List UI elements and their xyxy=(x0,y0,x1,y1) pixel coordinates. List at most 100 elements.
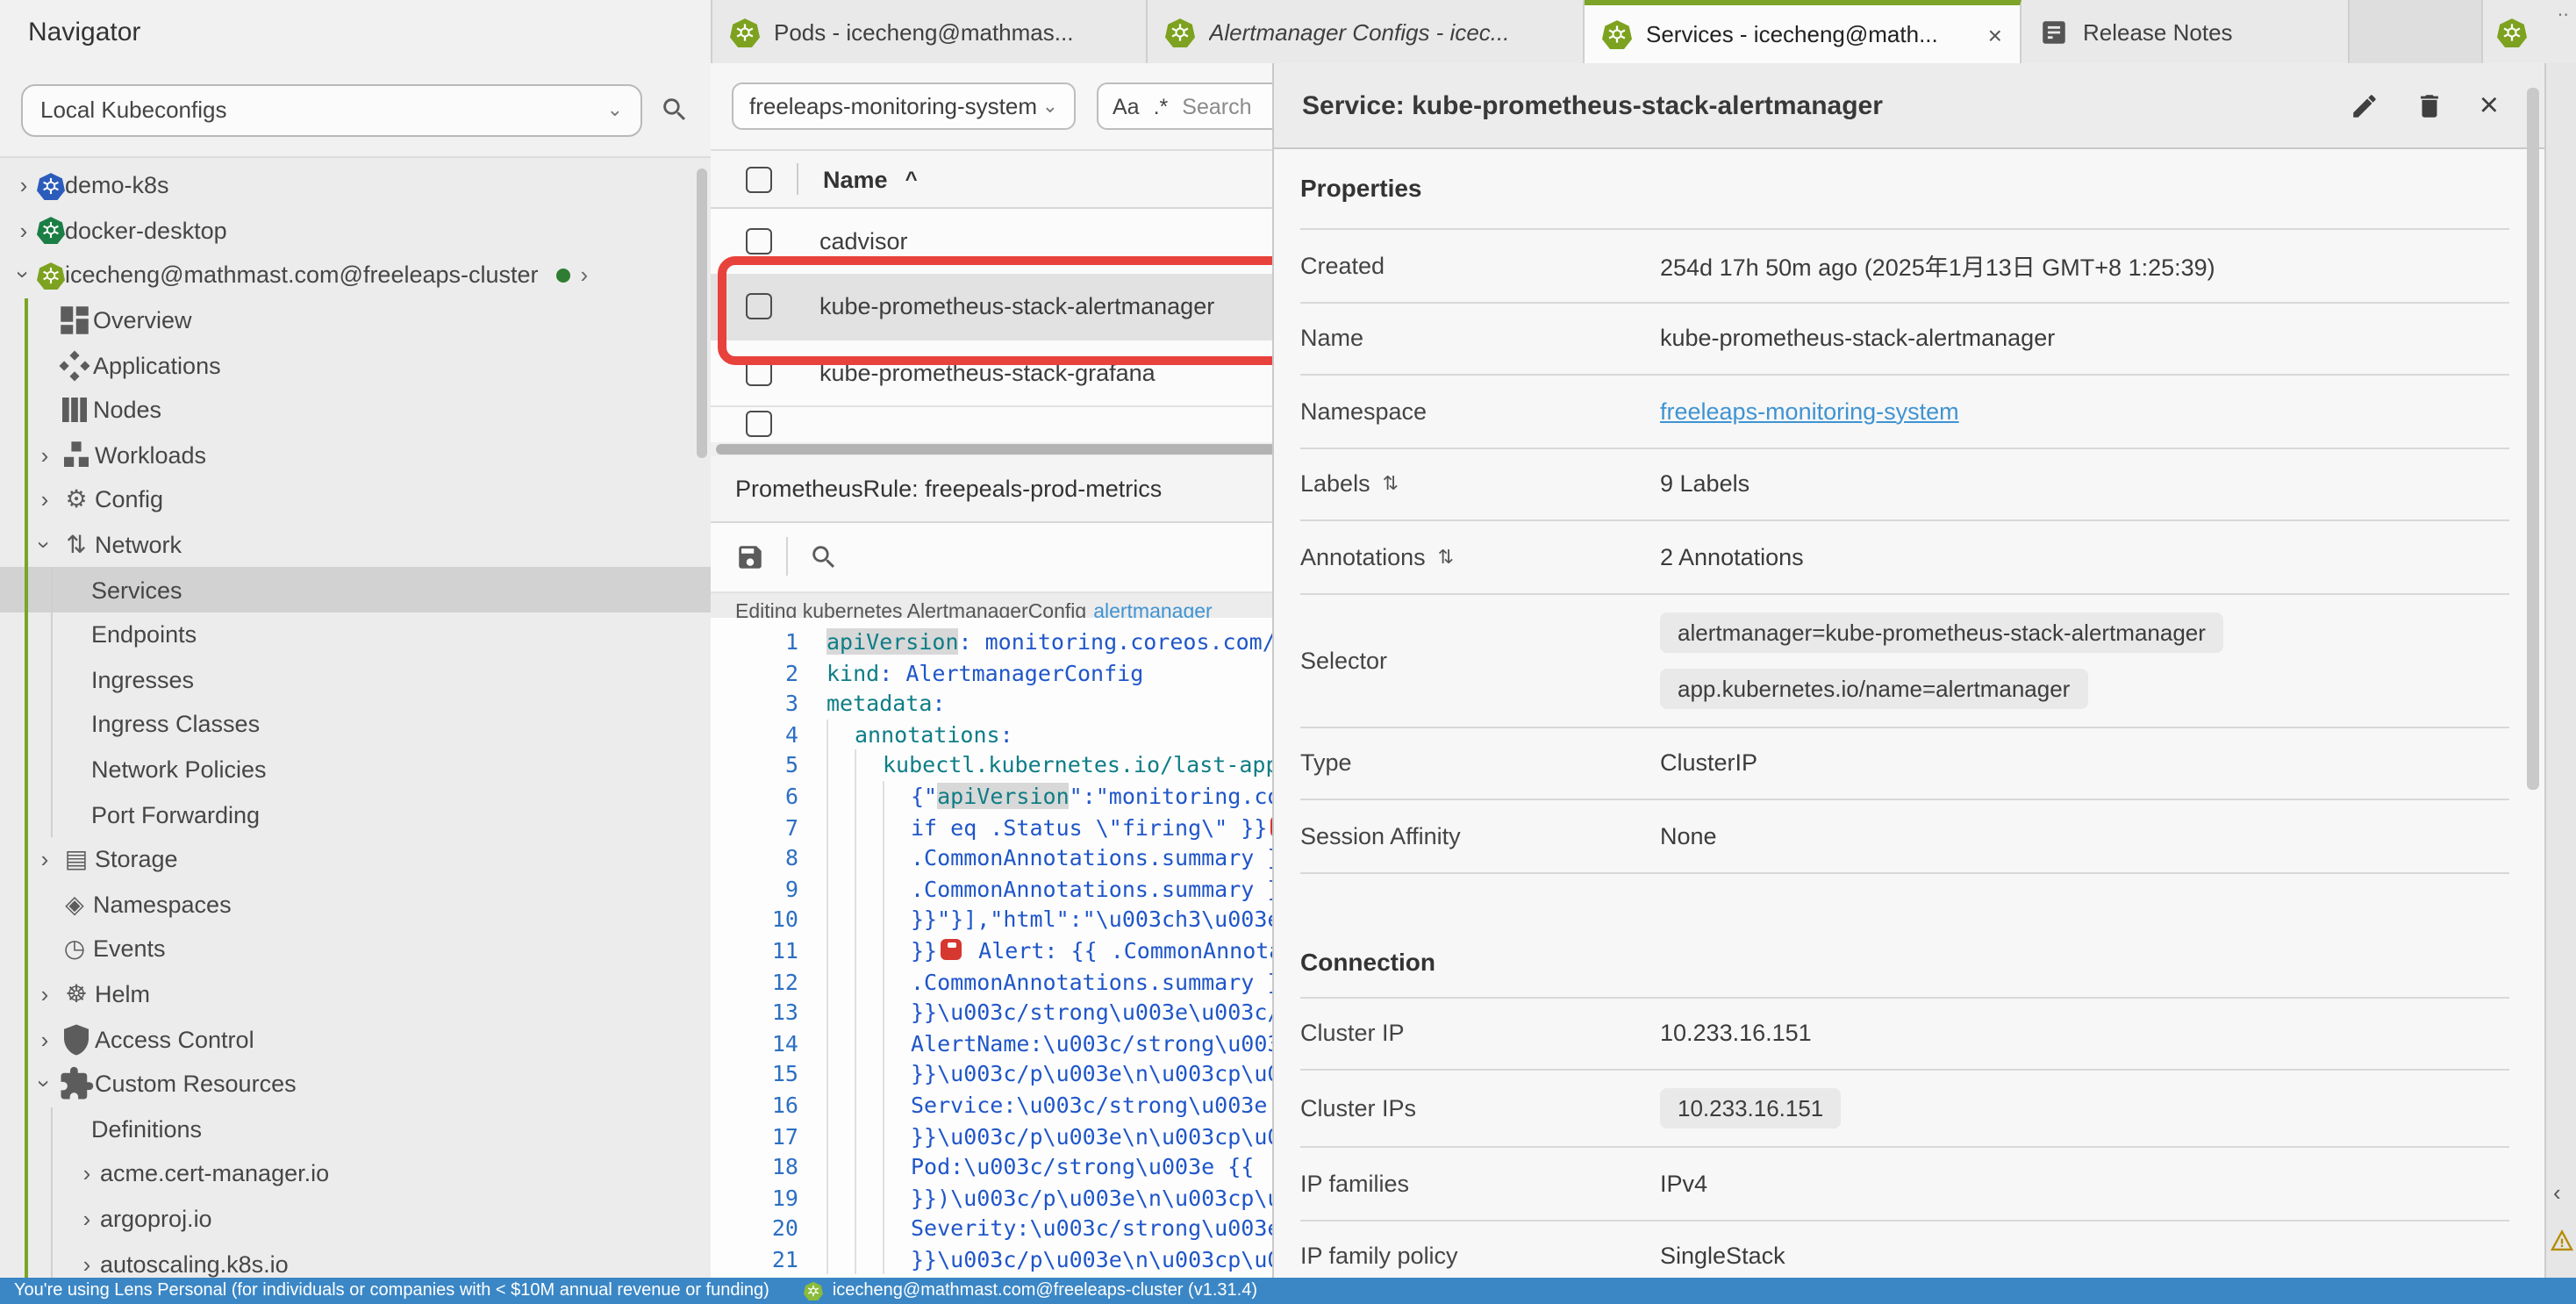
tab-services[interactable]: Services - icecheng@math...× xyxy=(1585,0,2021,63)
k8s-icon xyxy=(37,217,65,245)
match-case-icon[interactable]: Aa xyxy=(1113,94,1140,118)
sidebar-item-acme-cert-manager-io[interactable]: ›acme.cert-manager.io xyxy=(0,1151,711,1196)
regex-icon[interactable]: .* xyxy=(1154,94,1169,118)
drawer-row-selector: Selectoralertmanager=kube-prometheus-sta… xyxy=(1300,594,2509,727)
sidebar-item-label: argoproj.io xyxy=(100,1206,212,1232)
sidebar-item-demo-k8s[interactable]: ›demo-k8s xyxy=(0,163,711,208)
close-tab-icon[interactable]: × xyxy=(1988,20,2002,48)
line-number: 5 xyxy=(711,750,826,781)
chevron-right-icon[interactable]: › xyxy=(74,1206,100,1232)
lens-window: Navigator Pods - icecheng@mathmas...Aler… xyxy=(0,0,2576,1304)
sidebar-scrollbar[interactable] xyxy=(697,168,707,458)
row-label: Session Affinity xyxy=(1300,823,1461,849)
sidebar-item-services[interactable]: Services xyxy=(0,568,711,613)
active-cluster-status[interactable]: icecheng@mathmast.com@freeleaps-cluster … xyxy=(805,1281,1257,1300)
tab-pods[interactable]: Pods - icecheng@mathmas... xyxy=(711,0,1148,63)
ns-icon: ◈ xyxy=(56,890,93,920)
line-number: 9 xyxy=(711,874,826,905)
chevron-right-icon[interactable]: › xyxy=(32,442,58,469)
tab-release-notes[interactable]: Release Notes xyxy=(2021,0,2350,63)
chevron-right-icon[interactable]: › xyxy=(32,1026,58,1052)
helm-icon: ☸ xyxy=(58,979,95,1009)
search-icon[interactable] xyxy=(660,95,690,125)
row-label: Type xyxy=(1300,750,1352,777)
sidebar-item-nodes[interactable]: Nodes xyxy=(0,388,711,433)
puzzle-icon xyxy=(58,1065,95,1102)
tab-alertmanager-configs[interactable]: Alertmanager Configs - icec... xyxy=(1148,0,1585,63)
sidebar-item-network[interactable]: ›⇅Network xyxy=(0,523,711,568)
namespace-select[interactable]: freeleaps-monitoring-system ⌄ xyxy=(732,82,1076,130)
collapse-chevron-icon[interactable]: ‹ xyxy=(2553,1179,2561,1206)
sidebar-item-helm[interactable]: ›☸Helm xyxy=(0,971,711,1016)
sort-ascending-icon[interactable]: ^ xyxy=(905,167,918,191)
sidebar-item-argoproj-io[interactable]: ›argoproj.io xyxy=(0,1196,711,1241)
line-number: 2 xyxy=(711,657,826,688)
row-label: Labels xyxy=(1300,471,1370,498)
row-value: 9 Labels xyxy=(1660,471,1750,498)
row-value: None xyxy=(1660,823,1717,849)
sidebar-item-events[interactable]: ◷Events xyxy=(0,927,711,971)
sidebar-item-endpoints[interactable]: Endpoints xyxy=(0,613,711,657)
kubernetes-icon xyxy=(2497,17,2527,47)
row-checkbox[interactable] xyxy=(746,294,772,320)
warning-icon[interactable] xyxy=(2550,1229,2574,1253)
chevron-down-icon[interactable]: › xyxy=(11,262,37,289)
net-icon: ⇅ xyxy=(58,530,95,560)
chevron-right-icon[interactable]: › xyxy=(74,1161,100,1187)
sidebar-item-docker-desktop[interactable]: ›docker-desktop xyxy=(0,208,711,253)
sidebar-item-label: Port Forwarding xyxy=(91,801,260,828)
sidebar-item-icecheng-mathmast-com-freeleaps-cluster[interactable]: ›icecheng@mathmast.com@freeleaps-cluster… xyxy=(0,253,711,297)
sidebar-item-autoscaling-k8s-io[interactable]: ›autoscaling.k8s.io xyxy=(0,1242,711,1279)
sidebar-item-access-control[interactable]: ›Access Control xyxy=(0,1017,711,1062)
sidebar-item-ingress-classes[interactable]: Ingress Classes xyxy=(0,702,711,747)
toolbar-divider xyxy=(786,537,788,576)
select-all-checkbox[interactable] xyxy=(746,166,772,192)
sidebar-item-port-forwarding[interactable]: Port Forwarding xyxy=(0,792,711,837)
chevron-right-icon[interactable]: › xyxy=(32,981,58,1007)
row-value: 2 Annotations xyxy=(1660,544,1804,570)
sidebar-item-network-policies[interactable]: Network Policies xyxy=(0,747,711,792)
row-checkbox[interactable] xyxy=(746,228,772,254)
navigator-header: Navigator xyxy=(0,0,711,63)
sidebar-item-overview[interactable]: Overview xyxy=(0,298,711,343)
chevron-right-icon[interactable]: › xyxy=(32,487,58,513)
kubernetes-icon xyxy=(805,1281,824,1300)
sidebar-item-storage[interactable]: ›▤Storage xyxy=(0,837,711,882)
line-number: 21 xyxy=(711,1244,826,1275)
sidebar-item-label: Overview xyxy=(93,307,192,333)
cluster-tree: ›demo-k8s›docker-desktop›icecheng@mathma… xyxy=(0,163,711,1278)
close-icon[interactable]: × xyxy=(2479,89,2499,122)
sidebar-item-label: Services xyxy=(91,577,182,603)
kubeconfig-select[interactable]: Local Kubeconfigs ⌄ xyxy=(21,83,642,136)
chevron-right-icon[interactable]: › xyxy=(74,1250,100,1277)
edit-icon[interactable] xyxy=(2350,90,2379,120)
sidebar-item-custom-resources[interactable]: ›Custom Resources xyxy=(0,1062,711,1107)
expand-toggle-icon[interactable]: ⇅ xyxy=(1383,473,1399,496)
name-column-header[interactable]: Name xyxy=(823,166,888,192)
sidebar-item-label: Definitions xyxy=(91,1116,202,1143)
drawer-scrollbar[interactable] xyxy=(2527,88,2539,790)
row-checkbox[interactable] xyxy=(746,360,772,386)
sidebar-item-ingresses[interactable]: Ingresses xyxy=(0,657,711,702)
chevron-down-icon[interactable]: › xyxy=(32,1071,58,1097)
save-icon[interactable] xyxy=(735,541,765,571)
sidebar-item-label: Applications xyxy=(93,352,221,378)
drawer-title: Service: kube-prometheus-stack-alertmana… xyxy=(1302,90,2315,120)
chevron-right-icon[interactable]: › xyxy=(581,262,589,289)
expand-toggle-icon[interactable]: ⇅ xyxy=(1438,546,1454,569)
sidebar-item-namespaces[interactable]: ◈Namespaces xyxy=(0,882,711,927)
line-number: 8 xyxy=(711,842,826,873)
chevron-right-icon[interactable]: › xyxy=(11,173,37,199)
sidebar-item-label: Helm xyxy=(95,981,150,1007)
sidebar-item-workloads[interactable]: ›Workloads xyxy=(0,433,711,477)
chevron-right-icon[interactable]: › xyxy=(32,846,58,872)
namespace-link[interactable]: freeleaps-monitoring-system xyxy=(1660,398,1959,425)
sidebar-item-applications[interactable]: Applications xyxy=(0,343,711,388)
chevron-right-icon[interactable]: › xyxy=(11,218,37,244)
chevron-down-icon[interactable]: › xyxy=(32,532,58,558)
row-checkbox[interactable] xyxy=(746,411,772,437)
editor-search-icon[interactable] xyxy=(809,541,839,571)
sidebar-item-definitions[interactable]: Definitions xyxy=(0,1107,711,1151)
delete-icon[interactable] xyxy=(2415,90,2444,120)
sidebar-item-config[interactable]: ›⚙Config xyxy=(0,477,711,522)
